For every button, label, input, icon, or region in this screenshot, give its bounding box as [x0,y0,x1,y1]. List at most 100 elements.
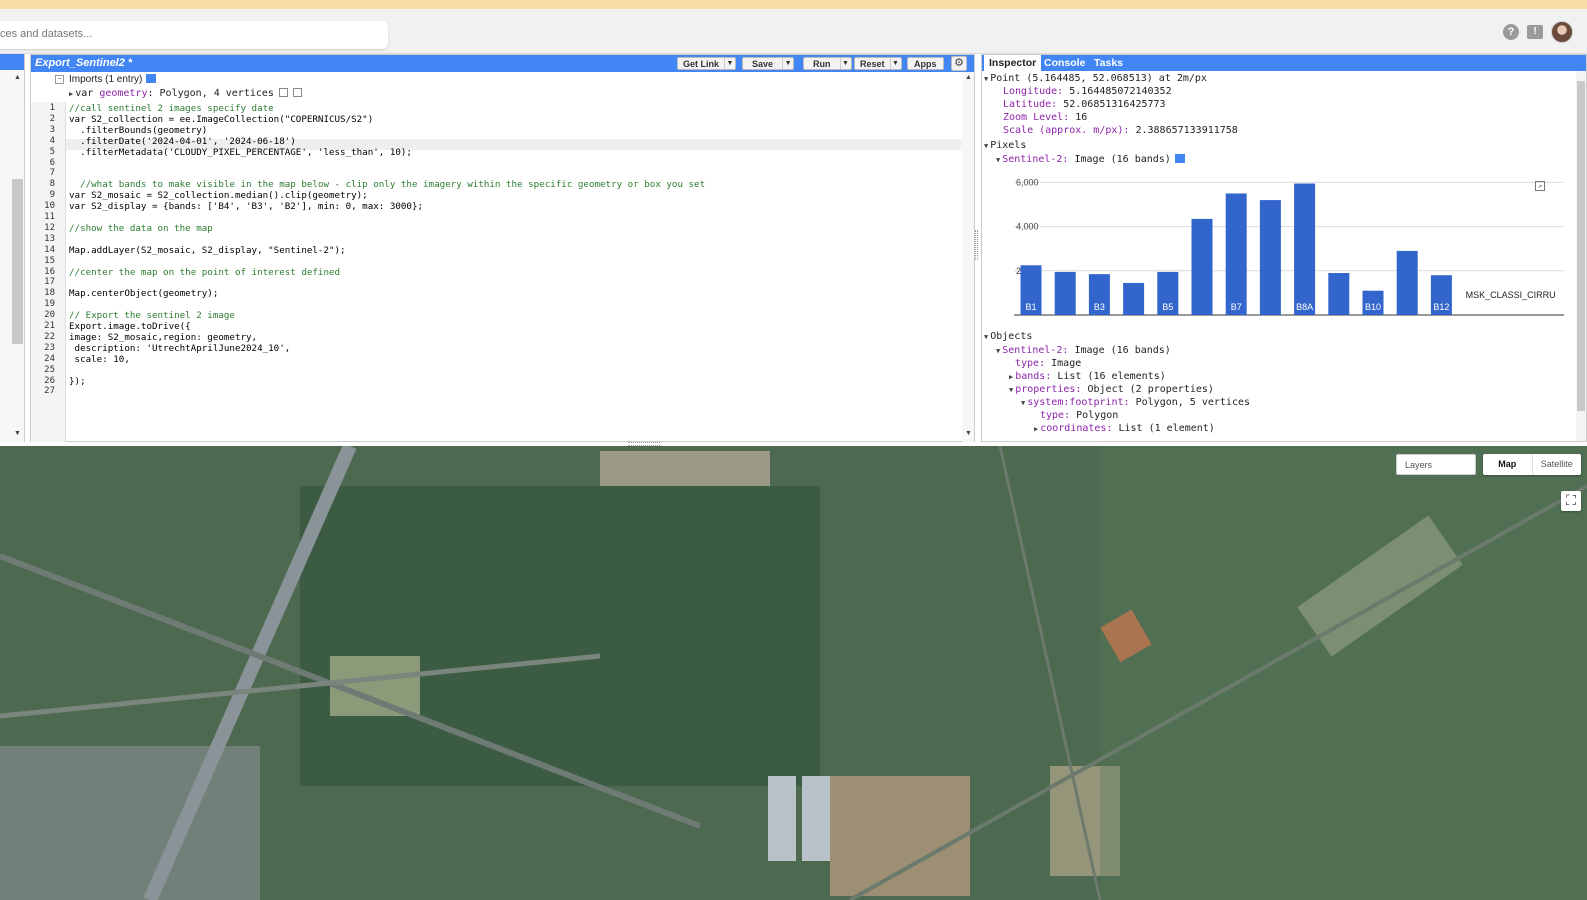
satellite-button[interactable]: Satellite [1533,454,1582,475]
bar-B4[interactable] [1123,282,1145,315]
collapse-icon[interactable]: ▼ [996,347,1000,355]
list-view-icon[interactable] [1174,154,1185,163]
feedback-icon[interactable]: ! [1527,25,1543,39]
bar-B8A[interactable] [1294,183,1316,315]
var-keyword: var [75,88,94,99]
code-line[interactable]: //what bands to make visible in the map … [69,179,705,190]
code-line[interactable]: .filterBounds(geometry) [69,125,207,136]
popout-icon[interactable]: ↗ [1535,181,1545,191]
type-key: type: [1015,358,1046,369]
reset-label: Reset [860,58,885,69]
fullscreen-icon[interactable]: ⛶ [1561,491,1581,511]
scroll-down-icon[interactable]: ▼ [965,430,972,437]
code-line[interactable]: image: S2_mosaic,region: geometry, [69,332,257,343]
scroll-up-icon[interactable]: ▲ [965,74,972,81]
properties-row[interactable]: ▼ properties: Object (2 properties) [1009,384,1214,395]
layers-control[interactable]: Layers [1396,454,1476,475]
gear-icon[interactable]: ⚙ [951,56,967,71]
tab-inspector[interactable]: Inspector [984,55,1042,71]
geometry-name: geometry [99,88,148,99]
scroll-up-icon[interactable]: ▲ [14,74,21,81]
bands-row[interactable]: ▶ bands: List (16 elements) [1009,371,1166,382]
code-line[interactable]: Export.image.toDrive({ [69,321,191,332]
avatar[interactable] [1551,21,1573,43]
run-button[interactable]: Run ▼ [803,57,852,70]
coordinates-value: List (1 element) [1118,423,1215,434]
left-scrollbar[interactable] [12,179,23,344]
tab-tasks[interactable]: Tasks [1089,55,1128,71]
x-tick-label: B12 [1433,302,1449,312]
chevron-down-icon[interactable]: ▼ [839,58,851,69]
code-line[interactable]: //show the data on the map [69,223,213,234]
objects-header[interactable]: ▼ Objects [984,331,1032,342]
code-line[interactable]: //call sentinel 2 images specify date [69,103,274,114]
code-line[interactable]: // Export the sentinel 2 image [69,310,235,321]
coordinates-row[interactable]: ▶ coordinates: List (1 element) [1034,423,1215,434]
bar-B11[interactable] [1396,250,1418,315]
get-link-button[interactable]: Get Link ▼ [677,57,737,70]
inspector-scrollbar[interactable] [1576,71,1586,441]
chevron-down-icon[interactable]: ▼ [889,58,901,69]
save-button[interactable]: Save ▼ [742,57,795,70]
satellite-imagery[interactable] [0,446,1587,900]
longitude-key: Longitude: [1003,86,1064,97]
chevron-down-icon[interactable]: ▼ [782,58,793,69]
collapse-icon[interactable]: ▼ [996,156,1000,164]
code-line[interactable]: Map.addLayer(S2_mosaic, S2_display, "Sen… [69,245,346,256]
bands-key: bands: [1015,371,1052,382]
search-input[interactable]: ces and datasets... [0,21,388,49]
vertical-splitter[interactable] [975,230,978,260]
footprint-row[interactable]: ▼ system:footprint: Polygon, 5 vertices [1021,397,1250,408]
collapse-icon[interactable]: ▼ [1009,386,1013,394]
collapse-icon[interactable]: ▼ [984,75,988,83]
code-line[interactable]: .filterMetadata('CLOUDY_PIXEL_PERCENTAGE… [69,147,412,158]
show-geometry-icon[interactable] [278,88,288,97]
tab-console[interactable]: Console [1039,55,1090,71]
object-layer-row[interactable]: ▼ Sentinel-2: Image (16 bands) [996,345,1171,356]
scroll-down-icon[interactable]: ▼ [14,430,21,437]
collapse-icon[interactable]: ▼ [984,333,988,341]
bar-B9[interactable] [1328,273,1350,315]
footprint-value: Polygon, 5 vertices [1135,397,1250,408]
map-button[interactable]: Map [1483,454,1533,475]
search-placeholder: ces and datasets... [0,28,93,40]
code-line[interactable]: Map.centerObject(geometry); [69,288,218,299]
code-line[interactable]: .filterDate('2024-04-01', '2024-06-18') [69,136,296,147]
map-view[interactable] [0,446,1587,900]
code-line[interactable]: //center the map on the point of interes… [69,267,340,278]
collapse-icon[interactable]: ▼ [984,142,988,150]
code-line[interactable]: var S2_display = {bands: ['B4', 'B3', 'B… [69,201,423,212]
reset-button[interactable]: Reset ▼ [854,57,902,70]
apps-button[interactable]: Apps [907,57,944,70]
code-line[interactable]: var S2_mosaic = S2_collection.median().c… [69,190,368,201]
editor-scrollbar[interactable]: ▲ ▼ [962,72,974,442]
bar-B8[interactable] [1259,200,1281,315]
bar-B6[interactable] [1191,218,1213,315]
code-line[interactable]: description: 'UtrechtAprilJune2024_10', [69,343,291,354]
point-row[interactable]: ▼ Point (5.164485, 52.068513) at 2m/px [984,73,1207,84]
geometry-import[interactable]: ▶ var geometry: Polygon, 4 vertices [69,88,302,99]
expand-icon[interactable]: ▶ [1009,373,1013,381]
y-tick-label: 4,000 [1016,222,1039,232]
inspector-scroll-thumb[interactable] [1577,81,1585,411]
collapse-imports-icon[interactable]: − [55,75,64,84]
code-line[interactable]: }); [69,376,86,387]
pixels-header[interactable]: ▼ Pixels [984,140,1026,151]
help-icon[interactable]: ? [1503,24,1519,40]
line-number: 5 [49,146,55,157]
pixels-layer-row[interactable]: ▼ Sentinel-2: Image (16 bands) [996,154,1185,165]
chevron-down-icon[interactable]: ▼ [724,58,735,69]
imports-header[interactable]: Imports (1 entry) [69,74,157,85]
delete-geometry-icon[interactable] [292,88,302,97]
collapse-icon[interactable]: ▼ [1021,399,1025,407]
bar-B2[interactable] [1054,271,1076,315]
bar-B7[interactable] [1225,193,1247,315]
expand-icon[interactable]: ▶ [1034,425,1038,433]
y-tick-label: 6,000 [1016,177,1039,187]
code-line[interactable]: var S2_collection = ee.ImageCollection("… [69,114,373,125]
footprint-type-row: type: Polygon [1040,410,1118,421]
top-icons: ? ! [1503,21,1573,43]
show-imports-icon[interactable] [146,74,157,83]
code-line[interactable]: scale: 10, [69,354,130,365]
expand-icon[interactable]: ▶ [69,90,73,98]
